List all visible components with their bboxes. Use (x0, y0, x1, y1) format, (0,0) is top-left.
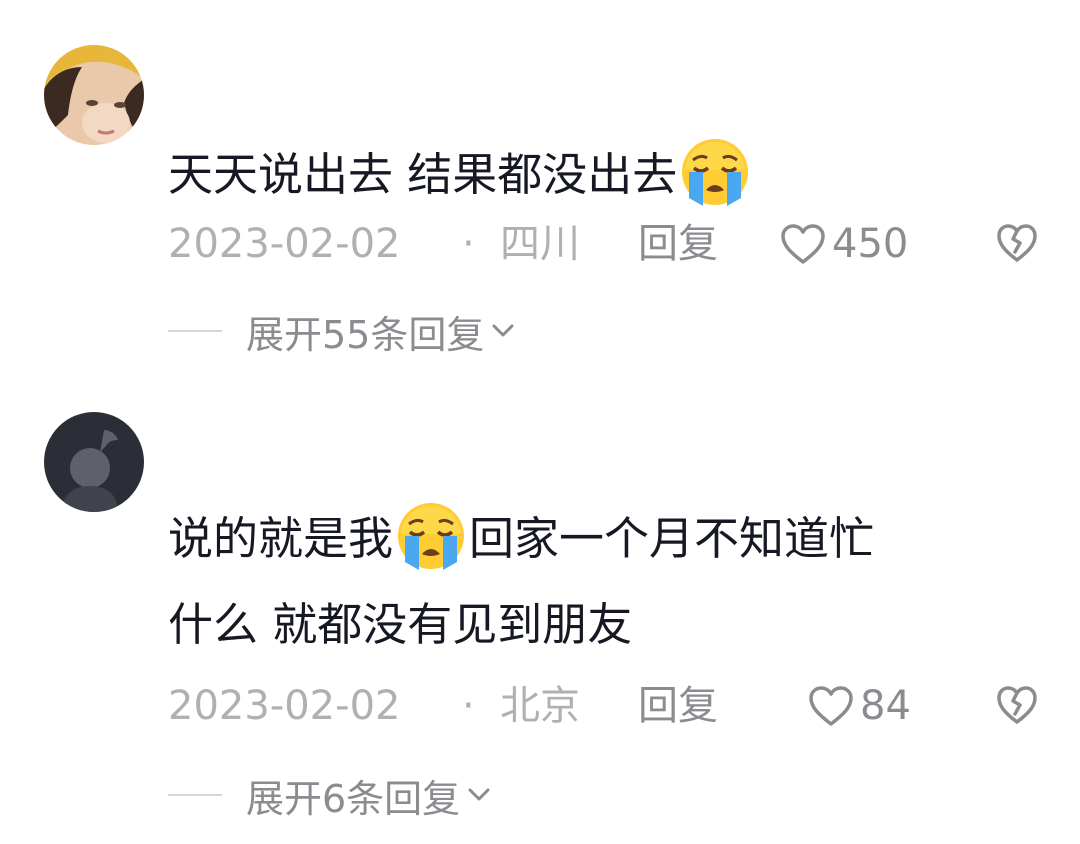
comment-meta: 2023-02-02 · 四川 回复 450 (168, 216, 1038, 272)
broken-heart-icon (997, 686, 1037, 724)
default-avatar-icon (44, 412, 144, 512)
comment-text-part: 回家一个月不知道忙 (469, 512, 875, 565)
comment-list: 天天说出去 结果都没出去 2023-02-02 · 四川 回复 450 展开55… (0, 0, 1080, 844)
comment-location: 四川 (500, 221, 580, 267)
expand-replies-button[interactable]: 展开6条回复 (168, 770, 490, 821)
comment-text-part: 说的就是我 (168, 512, 394, 565)
user-photo-avatar-icon (44, 45, 144, 145)
heart-icon (809, 686, 853, 726)
comment-meta: 2023-02-02 · 北京 回复 84 (168, 678, 1038, 734)
reply-button[interactable]: 回复 (638, 216, 718, 272)
meta-separator: · (462, 221, 475, 267)
broken-heart-icon (997, 224, 1037, 262)
user-avatar[interactable] (44, 45, 144, 145)
loudly-crying-face-icon (398, 503, 465, 570)
comment-text: 说的就是我 回家一个月不知道忙 (168, 500, 874, 572)
expand-replies-label: 展开6条回复 (246, 776, 461, 821)
meta-separator: · (462, 683, 475, 729)
dislike-button[interactable] (996, 684, 1038, 740)
comment-text-part: 天天说出去 结果都没出去 (168, 148, 678, 201)
comment-date: 2023-02-02 (168, 683, 401, 729)
user-avatar[interactable] (44, 412, 144, 512)
divider-line (168, 794, 222, 796)
comment-text: 天天说出去 结果都没出去 (168, 136, 753, 208)
divider-line (168, 330, 222, 332)
like-button[interactable]: 84 (808, 678, 911, 734)
heart-icon (781, 224, 825, 264)
comment-date: 2023-02-02 (168, 221, 401, 267)
chevron-down-icon (468, 788, 490, 801)
comment-location: 北京 (500, 683, 580, 729)
reply-button[interactable]: 回复 (638, 678, 718, 734)
loudly-crying-face-icon (682, 139, 749, 206)
like-count: 84 (860, 683, 911, 729)
like-count: 450 (832, 221, 909, 267)
expand-replies-label: 展开55条回复 (246, 312, 485, 357)
comment-text-line2: 什么 就都没有见到朋友 (168, 598, 633, 651)
dislike-button[interactable] (996, 222, 1038, 278)
like-button[interactable]: 450 (780, 216, 908, 272)
expand-replies-button[interactable]: 展开55条回复 (168, 306, 514, 357)
chevron-down-icon (492, 324, 514, 337)
